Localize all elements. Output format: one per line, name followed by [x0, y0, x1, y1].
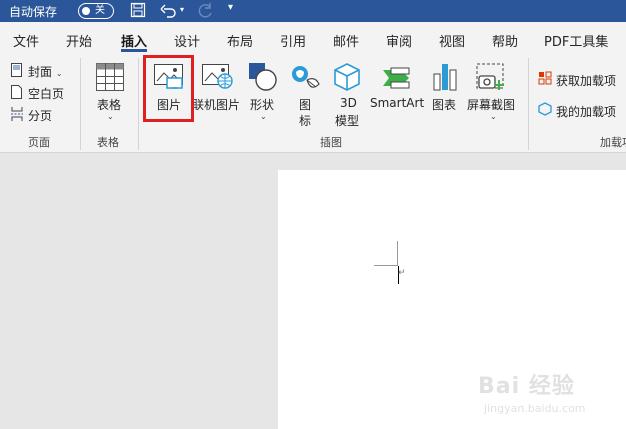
autosave-toggle[interactable]: 关: [78, 3, 114, 19]
blank-page-label: 空白页: [28, 87, 65, 101]
customize-toolbar-icon[interactable]: ▾: [228, 2, 233, 13]
undo-dropdown-icon[interactable]: ▾: [180, 5, 184, 14]
tab-insert[interactable]: 插入: [121, 31, 147, 50]
3d-models-label-line1[interactable]: 3D: [340, 96, 357, 110]
chart-label[interactable]: 图表: [432, 96, 456, 113]
picture-button-highlight: [143, 55, 194, 122]
screenshot-icon[interactable]: [475, 62, 507, 95]
tab-references[interactable]: 引用: [280, 31, 306, 50]
group-separator: [80, 58, 81, 150]
icons-label-line1[interactable]: 图: [299, 96, 311, 113]
page-break-icon: [10, 106, 24, 125]
autosave-state: 关: [95, 5, 105, 16]
3d-models-icon[interactable]: [333, 62, 361, 95]
redo-icon[interactable]: [196, 2, 214, 23]
screenshot-dropdown-icon[interactable]: ⌄: [490, 112, 497, 121]
undo-icon[interactable]: [160, 3, 178, 22]
watermark-text: Bai 经验: [478, 374, 575, 399]
tab-home[interactable]: 开始: [66, 31, 92, 50]
my-addins-label: 我的加载项: [556, 105, 617, 119]
illustrations-group-label: 插图: [320, 136, 342, 149]
get-addins-label: 获取加载项: [556, 74, 617, 88]
tab-file[interactable]: 文件: [13, 31, 39, 50]
tab-view[interactable]: 视图: [439, 31, 465, 50]
online-picture-label[interactable]: 联机图片: [192, 96, 240, 113]
cover-page-label: 封面 ⌄: [28, 65, 63, 79]
watermark: Bai 经验 jingyan.baidu.com: [478, 368, 626, 426]
tab-review[interactable]: 审阅: [386, 31, 412, 50]
ribbon: 封面 ⌄ 空白页 分页 页面 表格 ⌄ 表格 图片 联机图片 形状 ⌄ 图 标: [0, 52, 626, 153]
shapes-label[interactable]: 形状: [250, 96, 274, 113]
tab-layout[interactable]: 布局: [227, 31, 253, 50]
get-addins-button[interactable]: 获取加载项: [538, 70, 626, 88]
margin-crop-mark: [397, 241, 398, 265]
pages-group-label: 页面: [28, 136, 50, 149]
shapes-dropdown-icon[interactable]: ⌄: [260, 112, 267, 121]
group-separator: [528, 58, 529, 150]
watermark-url: jingyan.baidu.com: [484, 402, 586, 415]
page-break-label: 分页: [28, 109, 53, 123]
tab-design[interactable]: 设计: [174, 31, 200, 50]
blank-page-icon: [10, 84, 24, 103]
ribbon-tabs: 文件 开始 插入 设计 布局 引用 邮件 审阅 视图 帮助 PDF工具集: [0, 22, 626, 52]
cover-page-icon: [10, 62, 24, 81]
screenshot-label[interactable]: 屏幕截图: [467, 96, 515, 113]
smartart-icon[interactable]: [381, 66, 411, 93]
my-addins-icon: [538, 102, 552, 119]
my-addins-button[interactable]: 我的加载项: [538, 101, 626, 119]
icons-icon[interactable]: [289, 62, 321, 97]
table-label[interactable]: 表格: [97, 96, 121, 113]
margin-crop-mark: [374, 265, 398, 266]
group-separator: [138, 58, 139, 150]
tab-help[interactable]: 帮助: [492, 31, 518, 50]
smartart-label[interactable]: SmartArt: [370, 96, 424, 110]
table-dropdown-icon[interactable]: ⌄: [107, 112, 114, 121]
store-icon: [538, 71, 552, 88]
table-icon[interactable]: [95, 62, 125, 95]
save-icon[interactable]: [130, 2, 146, 21]
tab-pdf-tools[interactable]: PDF工具集: [544, 31, 608, 50]
online-picture-icon[interactable]: [201, 62, 233, 93]
chart-icon[interactable]: [432, 62, 458, 95]
toggle-knob: [82, 7, 90, 15]
icons-label-line2[interactable]: 标: [299, 112, 311, 129]
shapes-icon[interactable]: [248, 62, 278, 95]
3d-models-label-line2[interactable]: 模型: [335, 112, 359, 129]
autosave-label: 自动保存: [9, 5, 58, 19]
addins-group-label: 加载项: [600, 136, 626, 149]
table-group-label: 表格: [97, 136, 119, 149]
tab-mailings[interactable]: 邮件: [333, 31, 359, 50]
title-bar: 自动保存 关 ▾ ▾: [0, 0, 626, 22]
paragraph-mark: ↵: [398, 268, 406, 278]
